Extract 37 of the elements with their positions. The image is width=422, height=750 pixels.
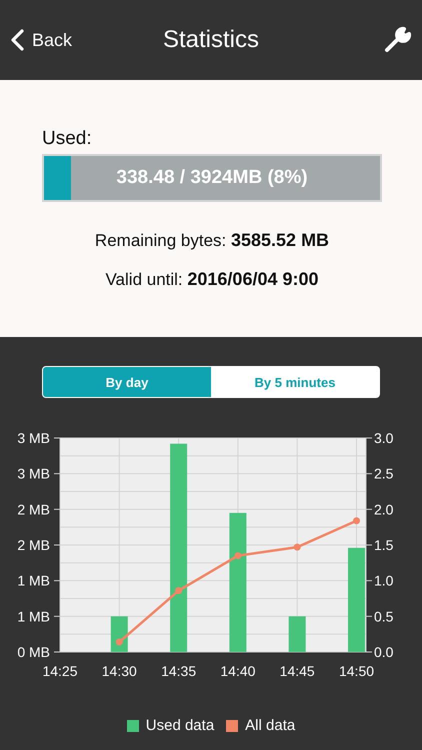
axis-label: 2 MB <box>17 537 50 553</box>
axis-label: 14:40 <box>220 663 256 679</box>
wrench-icon[interactable] <box>384 26 412 54</box>
segment-tab[interactable]: By day <box>43 367 211 397</box>
axis-label: 0.0 <box>374 644 394 660</box>
axis-label: 2.0 <box>374 501 394 518</box>
axis-label: 3 MB <box>17 430 50 446</box>
axis-label: 2 MB <box>17 501 50 518</box>
axis-label: 2.5 <box>374 466 394 482</box>
remaining-bytes-text: Remaining bytes: 3585.52 MB <box>94 230 330 251</box>
axis-label: 1.0 <box>374 572 394 589</box>
axis-label: 0.5 <box>374 608 394 624</box>
axis-label: 14:30 <box>102 663 137 679</box>
used-label: Used: <box>42 128 92 150</box>
point <box>353 517 360 524</box>
screen-title: Statistics <box>162 26 260 53</box>
back-button[interactable]: Back <box>10 29 72 51</box>
valid-until-text: Valid until: 2016/06/04 9:00 <box>105 269 319 290</box>
point <box>294 544 301 551</box>
legend-label: All data <box>245 717 296 734</box>
axis-label: 14:35 <box>161 663 196 679</box>
axis-label: 0 MB <box>17 644 50 660</box>
axis-label: 1.5 <box>374 537 394 553</box>
point <box>234 552 242 560</box>
axis-label: 1 MB <box>17 608 50 624</box>
axis-label: 3 MB <box>17 466 50 482</box>
axis-label: 14:50 <box>339 663 374 679</box>
bar <box>288 616 306 652</box>
axis-label: 14:25 <box>42 663 78 679</box>
chevron-left-icon <box>10 29 24 51</box>
legend-label: Used data <box>146 717 214 734</box>
point <box>175 587 182 594</box>
axis-label: 14:45 <box>280 663 315 679</box>
axis-label: 3.0 <box>374 430 394 446</box>
axis-label: 1 MB <box>17 572 50 589</box>
point <box>116 638 123 646</box>
usage-reading: 338.48 / 3924MB (8%) <box>116 167 308 189</box>
